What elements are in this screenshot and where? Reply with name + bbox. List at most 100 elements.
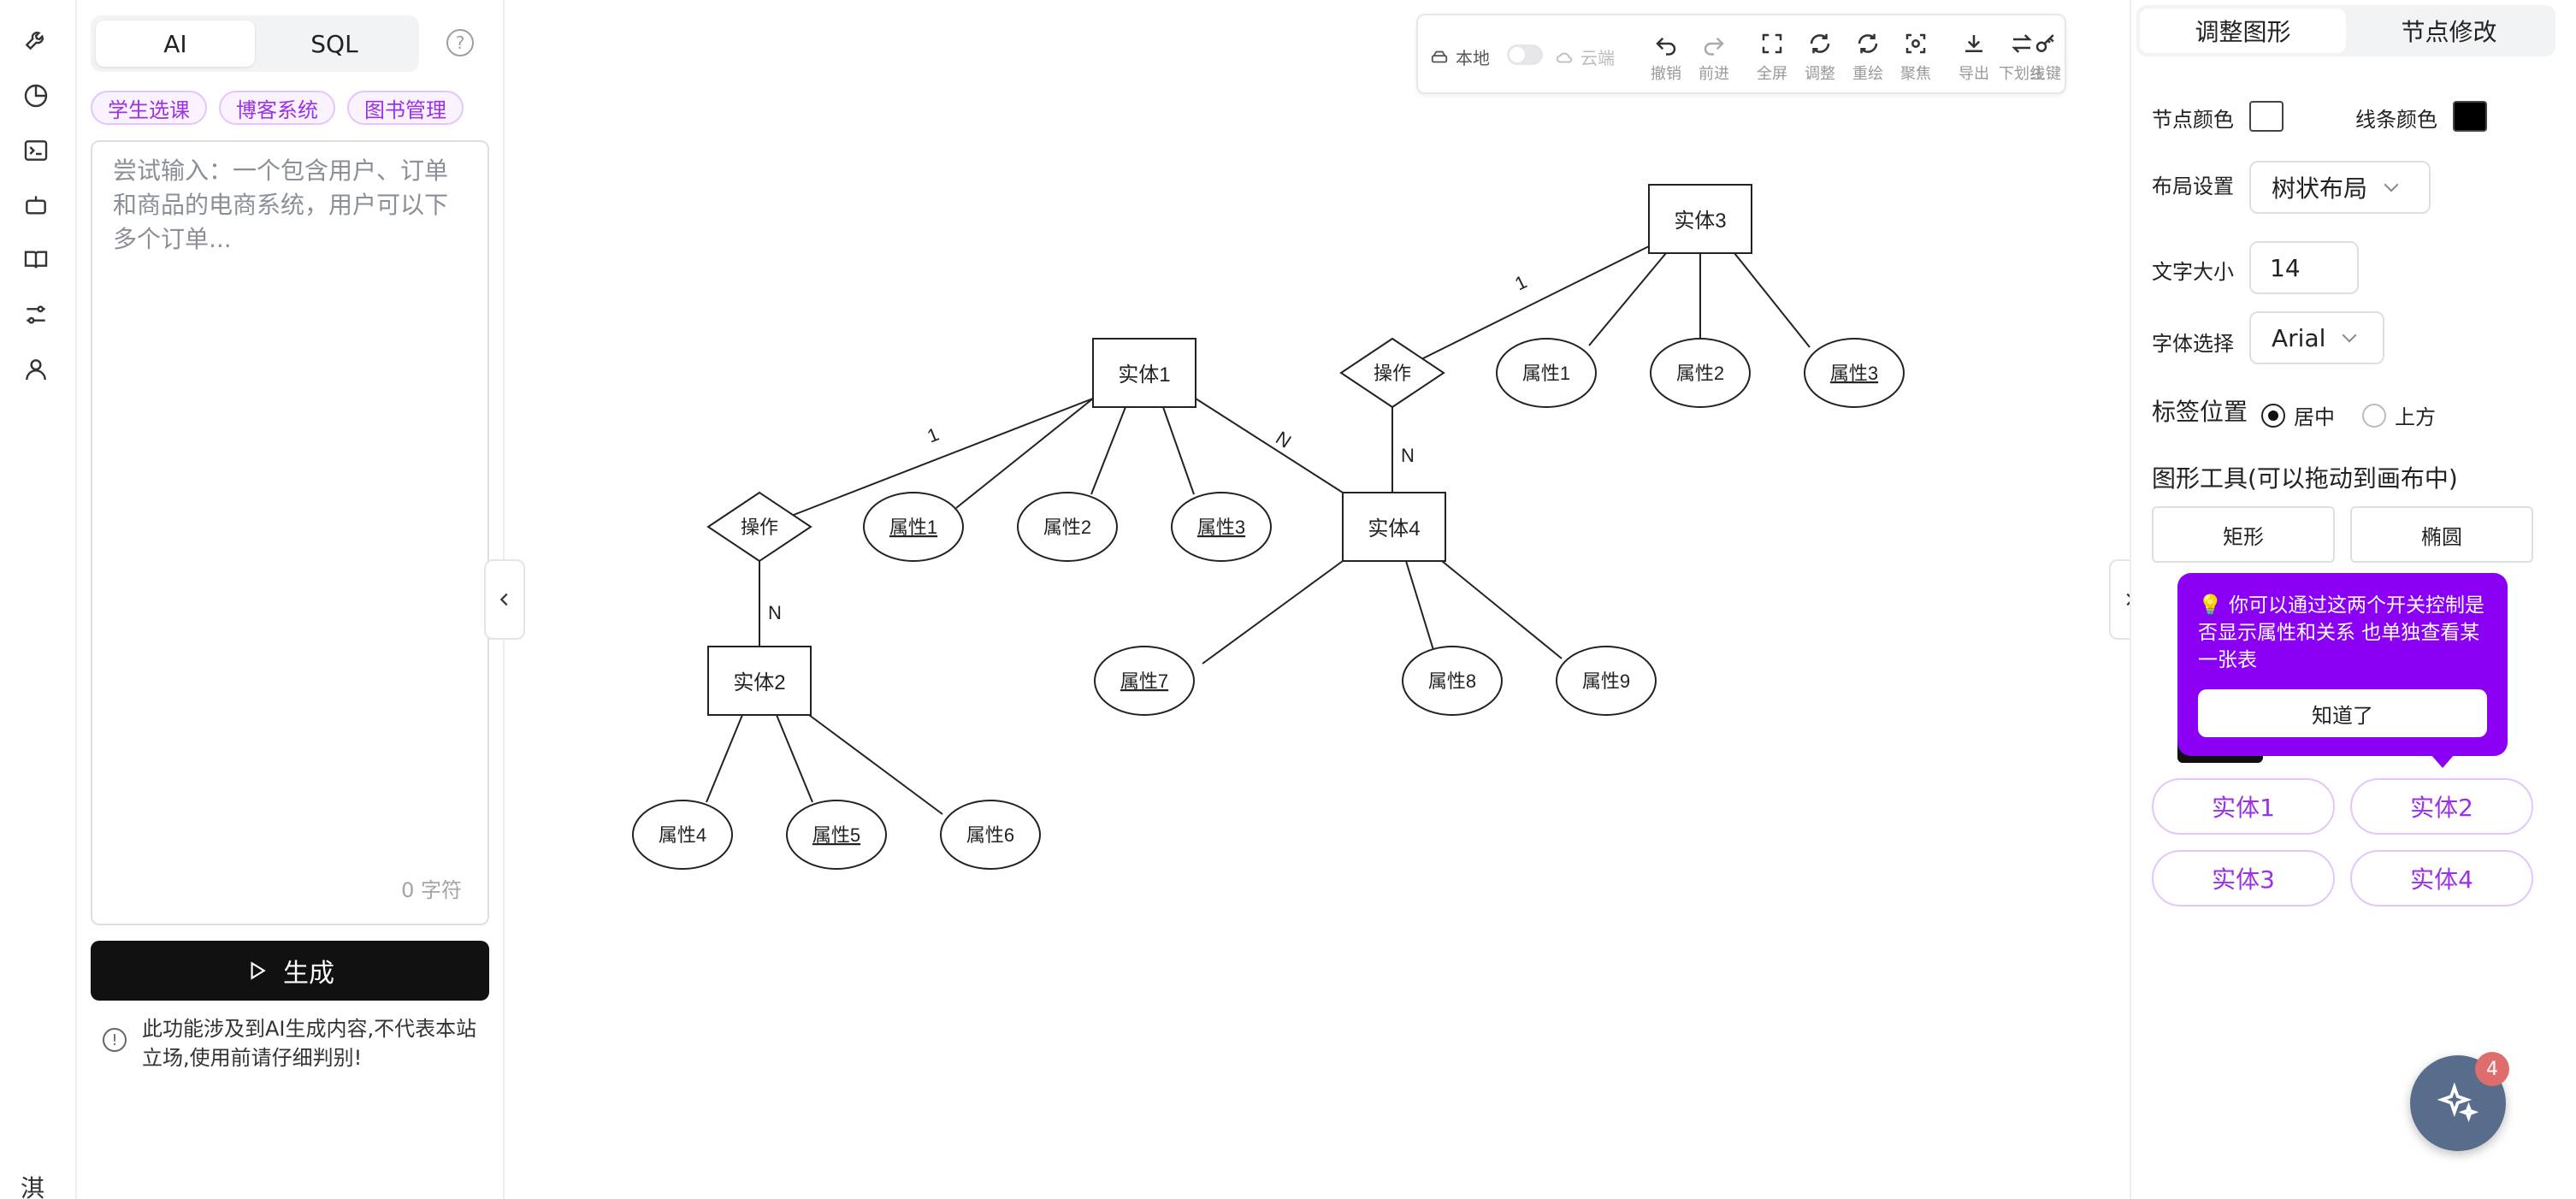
entity-filter-4[interactable]: 实体4 [2350, 850, 2533, 907]
disclaimer-text: 此功能涉及到AI生成内容,不代表本站立场,使用前请仔细判别! [142, 1017, 477, 1070]
attribute-node[interactable]: 属性4 [632, 800, 733, 870]
primary-key-button[interactable]: 主键 [2022, 31, 2070, 84]
attribute-label: 属性2 [1676, 363, 1724, 384]
relationship-node[interactable]: 操作 [1339, 337, 1445, 409]
storage-toggle[interactable] [1507, 44, 1543, 65]
radio-dot [2362, 403, 2386, 428]
layout-label: 布局设置 [2152, 174, 2234, 198]
prompt-textarea[interactable]: 尝试输入：一个包含用户、订单和商品的电商系统，用户可以下多个订单... 0 字符 [91, 140, 489, 925]
attribute-node[interactable]: 属性8 [1402, 646, 1503, 716]
pie-chart-icon[interactable] [21, 80, 51, 111]
er-canvas[interactable]: 实体1 实体2 实体3 实体4 操作 操作 属性1 属性2 属性3 属性4 属性… [505, 0, 2130, 1199]
attribute-node[interactable]: 属性1 [1496, 338, 1597, 408]
local-label: 本地 [1456, 48, 1490, 68]
generate-button[interactable]: 生成 [91, 941, 489, 1001]
attribute-node[interactable]: 属性6 [940, 800, 1041, 870]
example-tag[interactable]: 图书管理 [347, 91, 464, 125]
shape-tools-title: 图形工具(可以拖动到画布中) [2152, 464, 2458, 493]
ai-assistant-button[interactable]: 4 [2410, 1052, 2509, 1151]
attribute-node[interactable]: 属性2 [1017, 492, 1118, 562]
settings-sliders-icon[interactable] [21, 299, 51, 330]
attribute-label: 属性3 [1197, 517, 1245, 538]
cloud-icon [1556, 52, 1573, 62]
char-count: 0 字符 [401, 878, 462, 902]
refresh-icon [1810, 33, 1830, 54]
font-size-label: 文字大小 [2152, 260, 2234, 284]
attribute-node[interactable]: 属性5 [786, 800, 887, 870]
rectangle-tool[interactable]: 矩形 [2152, 506, 2335, 563]
redraw-icon [1858, 33, 1878, 54]
book-icon[interactable] [21, 245, 51, 275]
entity-filter-1[interactable]: 实体1 [2152, 778, 2335, 835]
export-label: 导出 [1959, 65, 1989, 83]
tab-adjust-shape[interactable]: 调整图形 [2140, 9, 2346, 53]
attribute-label: 属性1 [1522, 363, 1570, 384]
radio-center[interactable]: 居中 [2261, 400, 2335, 430]
example-tag[interactable]: 学生选课 [91, 91, 207, 125]
cloud-mode[interactable]: 云端 [1555, 44, 1615, 69]
attribute-node[interactable]: 属性3 [1804, 338, 1905, 408]
prompt-placeholder: 尝试输入：一个包含用户、订单和商品的电商系统，用户可以下多个订单... [113, 157, 449, 253]
entity-node[interactable]: 实体4 [1342, 492, 1446, 562]
attribute-node[interactable]: 属性3 [1171, 492, 1272, 562]
attribute-label: 属性9 [1582, 670, 1630, 692]
redo-button[interactable]: 前进 [1690, 31, 1738, 84]
play-icon [251, 961, 266, 980]
got-it-button[interactable]: 知道了 [2198, 689, 2487, 737]
attribute-label: 属性3 [1830, 363, 1878, 384]
layout-select[interactable]: 树状布局 [2249, 161, 2431, 214]
attribute-label: 属性4 [659, 824, 706, 846]
undo-button[interactable]: 撤销 [1642, 31, 1690, 84]
tab-sql[interactable]: SQL [255, 21, 414, 67]
info-icon: ! [103, 1028, 127, 1052]
robot-icon[interactable] [21, 190, 51, 221]
entity-filter-2[interactable]: 实体2 [2350, 778, 2533, 835]
font-size-input[interactable]: 14 [2249, 241, 2359, 294]
line-color-swatch[interactable] [2453, 101, 2487, 132]
icon-rail: 淇 [0, 0, 77, 1199]
cardinality-label: N [768, 602, 782, 623]
drive-icon [1431, 50, 1448, 62]
user-icon[interactable] [21, 354, 51, 385]
attribute-node[interactable]: 属性9 [1556, 646, 1657, 716]
attribute-node[interactable]: 属性7 [1094, 646, 1195, 716]
er-diagram[interactable]: 实体1 实体2 实体3 实体4 操作 操作 属性1 属性2 属性3 属性4 属性… [505, 0, 2130, 1199]
chevron-down-icon [2342, 328, 2357, 343]
ellipse-tool[interactable]: 椭圆 [2350, 506, 2533, 563]
tab-node-edit[interactable]: 节点修改 [2346, 9, 2552, 53]
lightbulb-icon: 💡 [2198, 594, 2229, 617]
local-mode[interactable]: 本地 [1430, 44, 1490, 69]
focus-button[interactable]: 聚焦 [1892, 31, 1940, 84]
font-select[interactable]: Arial [2249, 311, 2384, 364]
redo-label: 前进 [1699, 65, 1729, 83]
settings-tabs: 调整图形 节点修改 [2136, 5, 2555, 56]
relationship-node[interactable]: 操作 [706, 491, 812, 563]
layout-value: 树状布局 [2272, 174, 2368, 203]
entity-node[interactable]: 实体3 [1648, 184, 1752, 254]
example-tag[interactable]: 博客系统 [219, 91, 335, 125]
cardinality-label: 1 [925, 423, 942, 447]
entity-filter-3[interactable]: 实体3 [2152, 850, 2335, 907]
focus-icon [1905, 33, 1926, 54]
attribute-node[interactable]: 属性1 [863, 492, 964, 562]
attribute-label: 属性8 [1428, 670, 1476, 692]
brand-logo: 淇 [21, 1174, 45, 1199]
redraw-button[interactable]: 重绘 [1844, 31, 1892, 84]
ai-input-panel: AI SQL ? 学生选课 博客系统 图书管理 尝试输入：一个包含用户、订单和商… [77, 0, 505, 1199]
fullscreen-button[interactable]: 全屏 [1748, 31, 1796, 84]
adjust-button[interactable]: 调整 [1796, 31, 1844, 84]
wrench-icon[interactable] [21, 24, 51, 55]
question-circle-icon[interactable]: ? [446, 29, 474, 56]
entity-node[interactable]: 实体1 [1092, 338, 1196, 408]
radio-top[interactable]: 上方 [2362, 400, 2436, 430]
tab-ai[interactable]: AI [96, 21, 255, 67]
terminal-icon[interactable] [21, 135, 51, 166]
font-value: Arial [2272, 323, 2326, 352]
canvas-toolbar: 本地 云端 撤销 前进 全屏 调整 重绘 聚焦 导出 下划线 主键 [1416, 14, 2066, 94]
node-color-swatch[interactable] [2249, 101, 2284, 132]
collapse-left-button[interactable] [484, 559, 525, 640]
attribute-node[interactable]: 属性2 [1650, 338, 1751, 408]
attribute-label: 属性6 [966, 824, 1014, 846]
export-button[interactable]: 导出 [1950, 31, 1998, 84]
entity-node[interactable]: 实体2 [707, 646, 812, 716]
